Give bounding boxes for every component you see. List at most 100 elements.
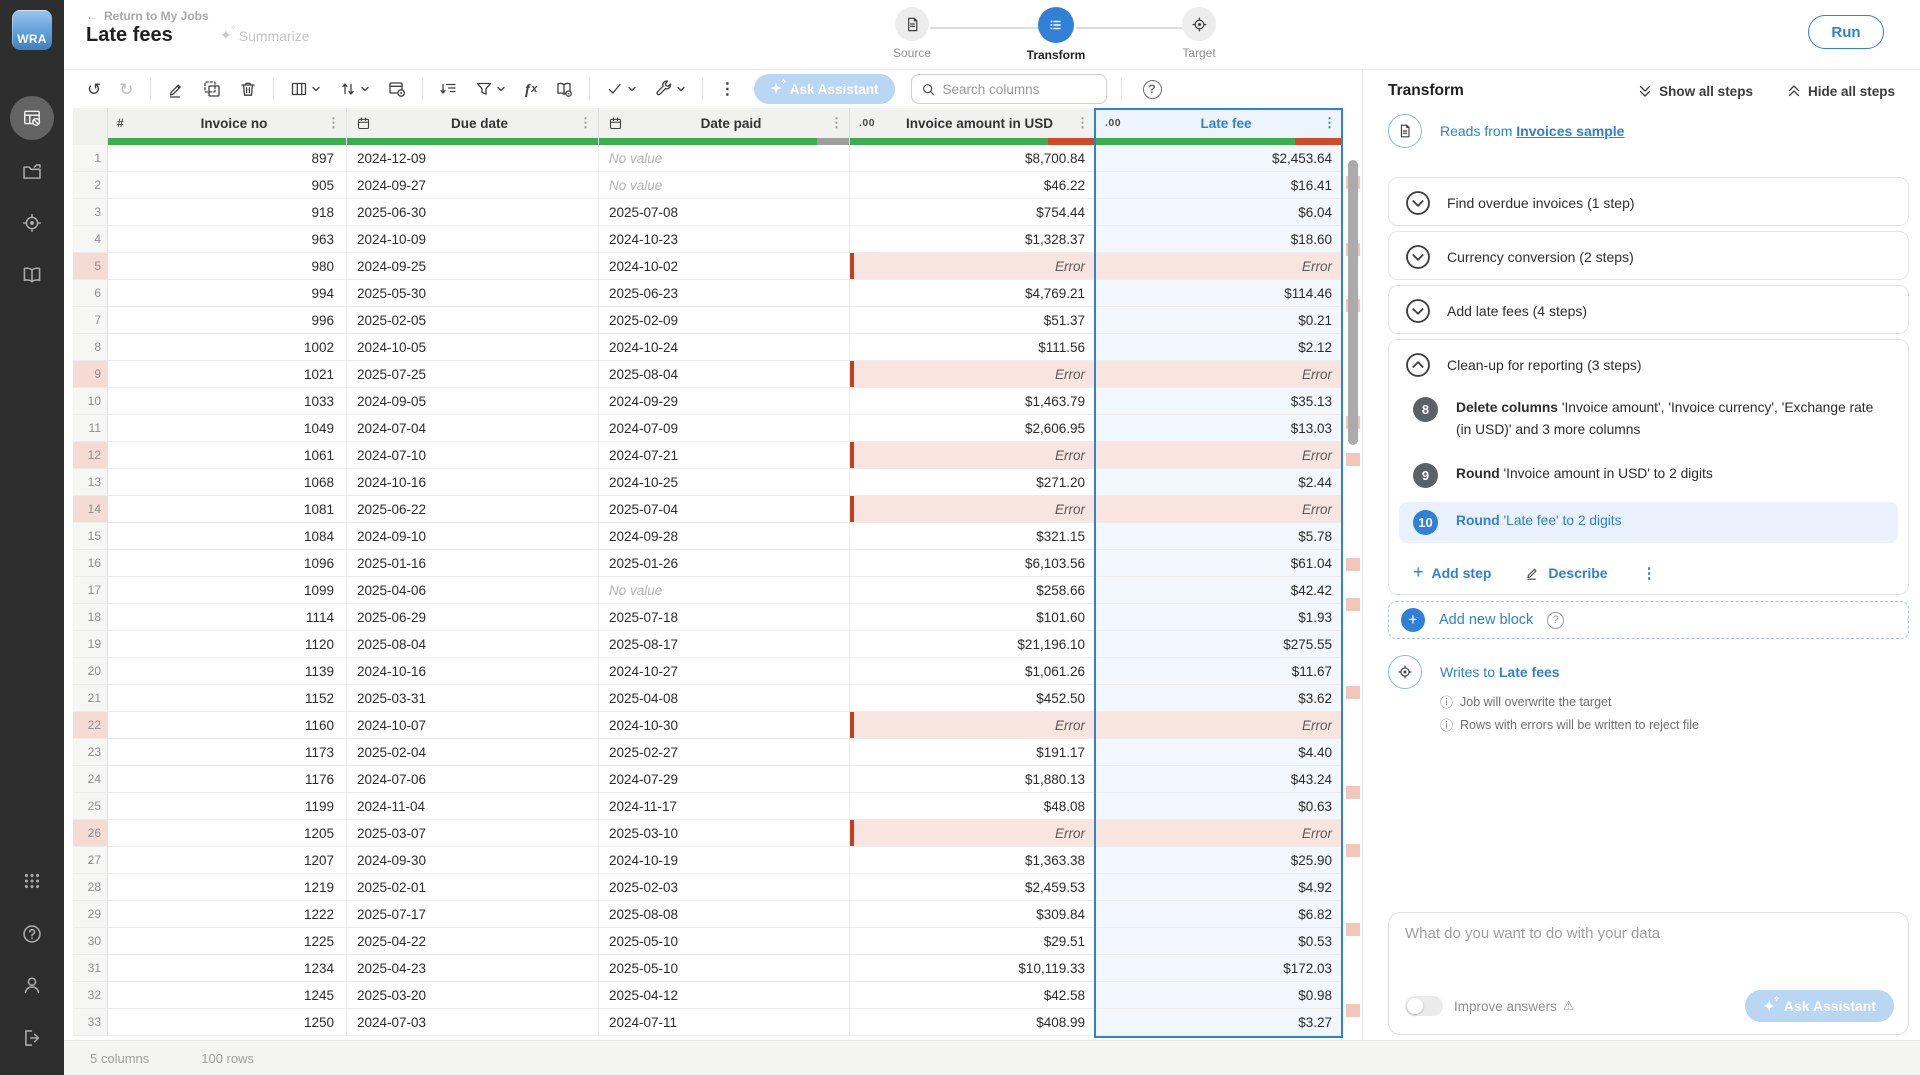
back-link[interactable]: ← Return to My Jobs xyxy=(86,9,209,23)
cell-due-date[interactable]: 2025-03-31 xyxy=(347,685,599,712)
validate-button[interactable] xyxy=(597,74,646,104)
cell-invoice-amount[interactable]: $408.99 xyxy=(850,1009,1096,1036)
cell-due-date[interactable]: 2024-10-09 xyxy=(347,226,599,253)
cell-late-fee[interactable]: $1.93 xyxy=(1096,604,1343,631)
cell-due-date[interactable]: 2025-02-04 xyxy=(347,739,599,766)
sidebar-item-jobs[interactable] xyxy=(0,160,64,184)
cell-invoice-no[interactable]: 1245 xyxy=(108,982,347,1009)
tools-button[interactable] xyxy=(646,74,695,104)
table-preview-button[interactable] xyxy=(379,74,415,104)
row-number[interactable]: 29 xyxy=(73,901,108,928)
cell-due-date[interactable]: 2024-09-05 xyxy=(347,388,599,415)
row-number[interactable]: 28 xyxy=(73,874,108,901)
cell-invoice-amount[interactable]: Error xyxy=(850,442,1096,469)
cell-date-paid[interactable]: 2025-04-08 xyxy=(599,685,850,712)
cell-invoice-amount[interactable]: $1,061.26 xyxy=(850,658,1096,685)
assistant-prompt-input[interactable] xyxy=(1405,925,1885,975)
cell-late-fee[interactable]: $42.42 xyxy=(1096,577,1343,604)
cell-invoice-no[interactable]: 1084 xyxy=(108,523,347,550)
cell-late-fee[interactable]: $172.03 xyxy=(1096,955,1343,982)
cell-invoice-amount[interactable]: $271.20 xyxy=(850,469,1096,496)
cell-date-paid[interactable]: 2024-10-24 xyxy=(599,334,850,361)
cell-invoice-amount[interactable]: $258.66 xyxy=(850,577,1096,604)
cell-due-date[interactable]: 2025-03-20 xyxy=(347,982,599,1009)
column-header-invoice-no[interactable]: # Invoice no ⋮ xyxy=(108,108,347,138)
cell-due-date[interactable]: 2025-06-22 xyxy=(347,496,599,523)
row-number[interactable]: 22 xyxy=(73,712,108,739)
row-filter-button[interactable] xyxy=(430,74,466,104)
row-number[interactable]: 16 xyxy=(73,550,108,577)
cell-date-paid[interactable]: 2025-05-10 xyxy=(599,955,850,982)
cell-due-date[interactable]: 2025-03-07 xyxy=(347,820,599,847)
cell-date-paid[interactable]: 2025-08-04 xyxy=(599,361,850,388)
cell-date-paid[interactable]: 2024-09-28 xyxy=(599,523,850,550)
row-number[interactable]: 33 xyxy=(73,1009,108,1036)
cell-date-paid[interactable]: 2025-06-23 xyxy=(599,280,850,307)
row-number[interactable]: 18 xyxy=(73,604,108,631)
cell-invoice-no[interactable]: 1061 xyxy=(108,442,347,469)
cell-date-paid[interactable]: 2025-02-09 xyxy=(599,307,850,334)
filter-button[interactable] xyxy=(466,74,515,104)
cell-invoice-amount[interactable]: $21,196.10 xyxy=(850,631,1096,658)
describe-button[interactable]: Describe xyxy=(1525,565,1607,581)
cell-invoice-amount[interactable]: $6,103.56 xyxy=(850,550,1096,577)
hide-all-steps-button[interactable]: Hide all steps xyxy=(1787,84,1895,99)
cell-date-paid[interactable]: 2025-08-17 xyxy=(599,631,850,658)
block-more-options[interactable]: ⋮ xyxy=(1642,564,1657,582)
cell-invoice-no[interactable]: 1222 xyxy=(108,901,347,928)
step-8-delete-columns[interactable]: 8 Delete columns 'Invoice amount', 'Invo… xyxy=(1389,389,1908,449)
cell-invoice-no[interactable]: 1173 xyxy=(108,739,347,766)
sort-button[interactable] xyxy=(330,74,379,104)
cell-late-fee[interactable]: $43.24 xyxy=(1096,766,1343,793)
cell-date-paid[interactable]: 2025-08-08 xyxy=(599,901,850,928)
redo-button[interactable]: ↻ xyxy=(110,74,142,104)
row-number[interactable]: 21 xyxy=(73,685,108,712)
cell-invoice-amount[interactable]: $452.50 xyxy=(850,685,1096,712)
cell-late-fee[interactable]: $0.53 xyxy=(1096,928,1343,955)
cell-due-date[interactable]: 2024-09-30 xyxy=(347,847,599,874)
cell-late-fee[interactable]: $3.62 xyxy=(1096,685,1343,712)
row-number[interactable]: 9 xyxy=(73,361,108,388)
cell-invoice-no[interactable]: 1250 xyxy=(108,1009,347,1036)
cell-date-paid[interactable]: 2025-05-10 xyxy=(599,928,850,955)
cell-due-date[interactable]: 2024-10-16 xyxy=(347,658,599,685)
cell-invoice-amount[interactable]: $51.37 xyxy=(850,307,1096,334)
undo-button[interactable]: ↺ xyxy=(78,74,110,104)
cell-date-paid[interactable]: 2024-07-11 xyxy=(599,1009,850,1036)
cell-date-paid[interactable]: 2025-07-08 xyxy=(599,199,850,226)
cell-due-date[interactable]: 2025-07-17 xyxy=(347,901,599,928)
cell-date-paid[interactable]: 2024-10-27 xyxy=(599,658,850,685)
cell-invoice-amount[interactable]: $2,459.53 xyxy=(850,874,1096,901)
add-step-button[interactable]: +Add step xyxy=(1413,562,1491,583)
cell-date-paid[interactable]: 2024-10-23 xyxy=(599,226,850,253)
row-number[interactable]: 24 xyxy=(73,766,108,793)
stepper-target[interactable]: Target xyxy=(1141,7,1257,60)
cell-date-paid[interactable]: 2025-02-27 xyxy=(599,739,850,766)
cell-invoice-no[interactable]: 1176 xyxy=(108,766,347,793)
cell-date-paid[interactable]: 2024-07-09 xyxy=(599,415,850,442)
block-currency-conversion[interactable]: Currency conversion (2 steps) xyxy=(1388,231,1909,280)
cell-date-paid[interactable]: 2024-10-02 xyxy=(599,253,850,280)
row-number[interactable]: 31 xyxy=(73,955,108,982)
cell-invoice-no[interactable]: 1120 xyxy=(108,631,347,658)
sidebar-item-account[interactable] xyxy=(0,973,64,997)
cell-invoice-no[interactable]: 980 xyxy=(108,253,347,280)
cell-invoice-no[interactable]: 1234 xyxy=(108,955,347,982)
run-button[interactable]: Run xyxy=(1808,15,1884,49)
cell-due-date[interactable]: 2024-07-10 xyxy=(347,442,599,469)
cell-date-paid[interactable]: 2024-07-21 xyxy=(599,442,850,469)
cell-late-fee[interactable]: $4.40 xyxy=(1096,739,1343,766)
cell-date-paid[interactable]: 2024-07-29 xyxy=(599,766,850,793)
cell-due-date[interactable]: 2025-04-22 xyxy=(347,928,599,955)
cell-due-date[interactable]: 2025-05-30 xyxy=(347,280,599,307)
column-header-invoice-amount-usd[interactable]: .00 Invoice amount in USD ⋮ xyxy=(850,108,1096,138)
cell-late-fee[interactable]: $4.92 xyxy=(1096,874,1343,901)
row-number[interactable]: 11 xyxy=(73,415,108,442)
improve-answers-toggle[interactable] xyxy=(1405,996,1443,1016)
row-number[interactable]: 20 xyxy=(73,658,108,685)
cell-invoice-amount[interactable]: $309.84 xyxy=(850,901,1096,928)
cell-due-date[interactable]: 2024-10-07 xyxy=(347,712,599,739)
row-number[interactable]: 13 xyxy=(73,469,108,496)
cell-invoice-amount[interactable]: $191.17 xyxy=(850,739,1096,766)
source-link[interactable]: Invoices sample xyxy=(1516,123,1624,139)
